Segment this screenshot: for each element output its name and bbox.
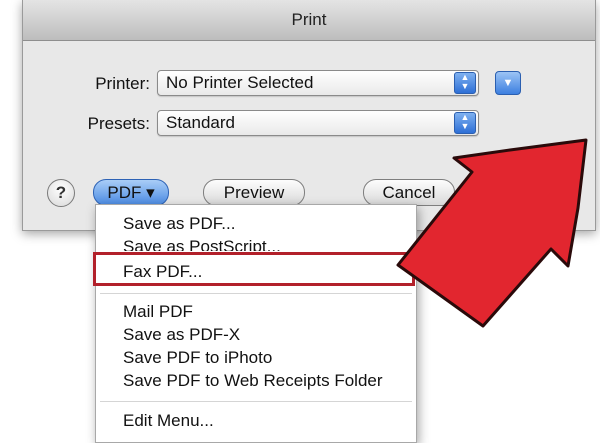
red-arrow-icon — [396, 138, 588, 328]
